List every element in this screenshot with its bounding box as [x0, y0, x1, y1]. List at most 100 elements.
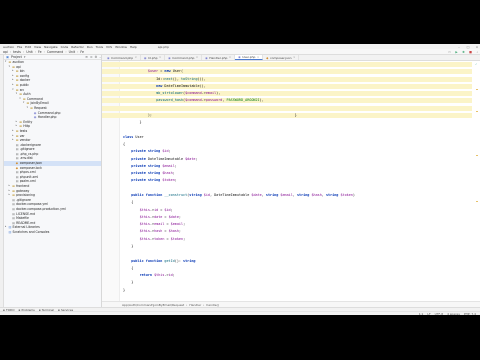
code-line[interactable]: $this->token = $token; — [102, 237, 472, 242]
close-icon[interactable]: × — [159, 56, 161, 59]
chevron-icon[interactable]: ▾ — [16, 92, 19, 97]
code-line[interactable]: { — [102, 266, 472, 271]
code-line[interactable]: } — [102, 244, 472, 249]
editor-breadcrumb-item[interactable]: handle() — [206, 303, 219, 307]
close-button[interactable]: × — [474, 45, 480, 49]
menu-item[interactable]: auction — [3, 45, 14, 49]
menu-item[interactable]: View — [34, 45, 41, 49]
close-icon[interactable]: × — [135, 56, 137, 59]
editor-tab[interactable]: ◉ Id.php × — [141, 55, 166, 60]
code-line[interactable]: } — [102, 288, 472, 293]
code-line[interactable]: password_hash($command->password, PASSWO… — [102, 98, 472, 104]
code-line[interactable]: $this->hash = $hash; — [102, 229, 472, 234]
code-line[interactable]: private string $email; — [102, 164, 472, 169]
minimize-button[interactable]: – — [456, 45, 462, 49]
code-line[interactable] — [102, 251, 472, 256]
breadcrumb-item[interactable]: api — [3, 50, 8, 54]
editor-tab[interactable]: ◉ User.php × — [235, 55, 264, 60]
tree-item[interactable]: ▥ Scratches and Consoles — [4, 230, 101, 235]
chevron-down-icon[interactable]: ▾ — [24, 55, 26, 59]
error-stripe[interactable] — [476, 81, 478, 281]
menu-item[interactable]: Window — [115, 45, 127, 49]
chevron-icon[interactable]: ▾ — [12, 88, 15, 93]
chevron-icon[interactable]: ▸ — [12, 138, 15, 143]
code-line[interactable]: private DateTimeImmutable $date; — [102, 157, 472, 162]
editor-tab[interactable]: ◆ composer.json × — [263, 55, 300, 60]
chevron-icon[interactable]: ▾ — [5, 60, 8, 65]
locate-icon[interactable]: ⊕ — [85, 55, 88, 59]
code-line[interactable]: $user = new User( — [102, 69, 472, 75]
chevron-icon[interactable]: ▾ — [27, 106, 30, 111]
run-config-icon[interactable]: ▭ — [447, 50, 452, 54]
breadcrumb-item[interactable]: Fe — [38, 50, 42, 54]
editor-tab[interactable]: ◉ Handler.php × — [202, 55, 236, 60]
close-icon[interactable]: × — [196, 56, 198, 59]
run-icon[interactable]: ▶ — [454, 50, 459, 54]
minimize-icon[interactable]: – — [99, 55, 101, 59]
menu-item[interactable]: Edit — [25, 45, 31, 49]
code-line[interactable]: public function getId(): string — [102, 259, 472, 264]
code-line[interactable]: new DateTimeImmutable(), — [102, 83, 472, 89]
breadcrumb-item[interactable]: tests — [13, 50, 21, 54]
status-item[interactable]: 1:1 — [419, 312, 424, 316]
code-token: ; — [174, 163, 177, 168]
chevron-icon[interactable]: ▾ — [23, 101, 26, 106]
code-line[interactable]: public function __construct(string $id, … — [102, 193, 472, 198]
code-line[interactable]: private string $token; — [102, 178, 472, 183]
breadcrumb-item[interactable]: Command — [47, 50, 63, 54]
menu-item[interactable]: VCS — [106, 45, 112, 49]
breadcrumb-item[interactable]: Unit — [69, 50, 76, 54]
breadcrumb-item[interactable]: Unit — [26, 50, 33, 54]
status-item[interactable]: PHP: 7.4 — [464, 312, 476, 316]
menu-item[interactable]: Run — [87, 45, 93, 49]
stop-icon[interactable]: ■ — [468, 50, 473, 54]
code-line[interactable]: class User — [102, 135, 472, 140]
code-area[interactable]: $user = new User( Id::next(), toString()… — [102, 61, 480, 301]
close-icon[interactable]: × — [229, 56, 231, 59]
chevron-icon[interactable]: ▸ — [5, 225, 8, 230]
inspection-ok-icon[interactable]: ✓ — [475, 62, 477, 66]
status-item[interactable]: UTF-8 — [435, 312, 443, 316]
breadcrumb-item[interactable]: Fe — [80, 50, 84, 54]
status-item[interactable]: 4 spaces — [447, 312, 460, 316]
editor-breadcrumb-item[interactable]: App\Auth\Command\JoinByEmail\Request — [122, 303, 184, 307]
code-line[interactable] — [102, 105, 472, 111]
chevron-icon[interactable]: ▸ — [9, 193, 12, 198]
code-line[interactable]: { — [102, 200, 472, 205]
code-line[interactable]: mb_strtolower($command->email), — [102, 91, 472, 97]
debug-icon[interactable]: ✱ — [461, 50, 466, 54]
menu-item[interactable]: Refactor — [71, 45, 84, 49]
code-line[interactable]: private string $id; — [102, 149, 472, 154]
code-line[interactable]: { — [102, 142, 472, 147]
code-line[interactable]: private string $hash; — [102, 171, 472, 176]
code-line[interactable]: } — [102, 120, 472, 125]
editor-tab[interactable]: ◉ Command.php × — [165, 55, 203, 60]
menu-item[interactable]: Tools — [96, 45, 103, 49]
code-line[interactable]: } — [102, 280, 472, 285]
close-icon[interactable]: × — [257, 56, 259, 59]
search-icon[interactable]: ⌕ — [475, 50, 480, 54]
editor-breadcrumb-item[interactable]: Handler — [189, 303, 201, 307]
chevron-icon[interactable]: ▾ — [9, 65, 12, 70]
menu-item[interactable]: Code — [61, 45, 69, 49]
code-line[interactable] — [102, 62, 472, 68]
status-item[interactable]: LF — [427, 312, 430, 316]
code-line[interactable]: $this->email = $email; — [102, 222, 472, 227]
code-line[interactable] — [102, 186, 472, 191]
close-icon[interactable]: × — [293, 56, 295, 59]
menu-item[interactable]: Navigate — [44, 45, 57, 49]
editor-tab[interactable]: ◉ Command.php × — [104, 55, 141, 60]
code-line[interactable]: return $this->id; — [102, 273, 472, 278]
collapse-icon[interactable]: ≡ — [90, 55, 93, 59]
code-line[interactable]: ); } — [102, 112, 472, 118]
code-line[interactable]: Id::next(), toString()), — [102, 76, 472, 82]
code-line[interactable]: $this->id = $id; — [102, 208, 472, 213]
gear-icon[interactable]: ⚙ — [95, 55, 98, 59]
menu-item[interactable]: Help — [130, 45, 137, 49]
chevron-icon[interactable]: ▾ — [19, 97, 22, 102]
menu-item[interactable]: File — [17, 45, 22, 49]
code-line[interactable]: $this->date = $date; — [102, 215, 472, 220]
maximize-button[interactable]: □ — [465, 45, 471, 49]
code-line[interactable] — [102, 128, 472, 133]
